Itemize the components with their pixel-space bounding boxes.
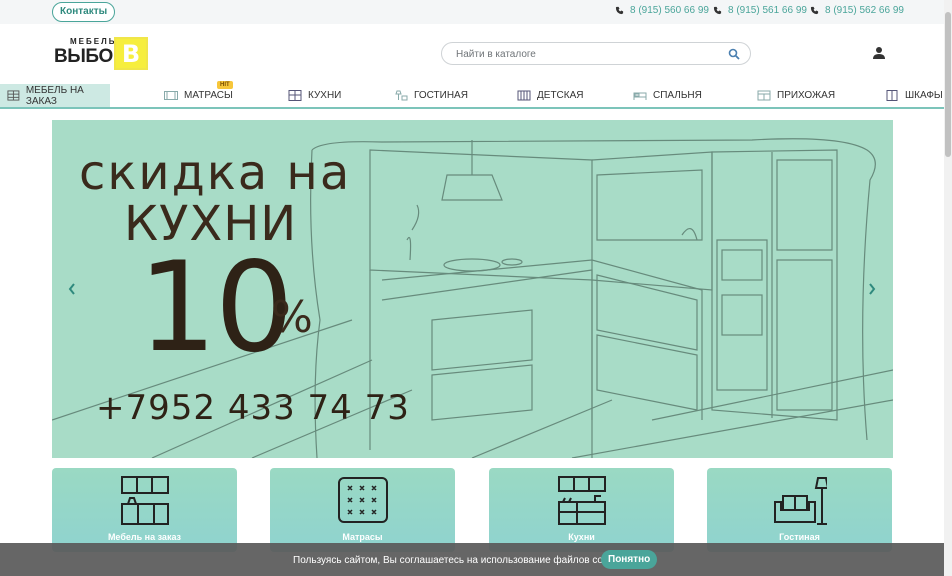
nav-label: ГОСТИНАЯ: [414, 90, 468, 101]
bed-icon: [633, 92, 647, 100]
category-tiles: Мебель на заказ Матрасы Кухни Гостиная: [52, 468, 893, 552]
main-nav: МЕБЕЛЬ НА ЗАКАЗ МАТРАСЫ HIT КУХНИ ГОСТИН…: [0, 81, 944, 109]
kitchen-icon: [288, 90, 302, 101]
nav-label: ПРИХОЖАЯ: [777, 90, 836, 101]
chevron-right-icon[interactable]: [867, 282, 877, 296]
nav-item-kids-room[interactable]: ДЕТСКАЯ: [517, 84, 584, 107]
search-input[interactable]: [456, 46, 716, 62]
nav-label: МЕБЕЛЬ НА ЗАКАЗ: [25, 84, 84, 107]
crib-icon: [517, 90, 531, 101]
banner-percent: %: [271, 292, 313, 343]
search-box: [441, 42, 751, 65]
user-icon[interactable]: [872, 46, 886, 60]
phone-number: 8 (915) 561 66 99: [728, 5, 807, 16]
kitchen-icon: [558, 476, 606, 525]
nav-label: КУХНИ: [308, 90, 342, 101]
chevron-left-icon[interactable]: [67, 282, 77, 296]
cookie-text: Пользуясь сайтом, Вы соглашаетесь на исп…: [293, 555, 625, 566]
logo-subtitle: МЕБЕЛЬ: [70, 37, 117, 46]
nav-item-kitchens[interactable]: КУХНИ: [288, 84, 341, 107]
phone-icon: [615, 6, 624, 15]
tile-living-room[interactable]: Гостиная: [707, 468, 892, 552]
lamp-icon: [395, 90, 408, 101]
hallway-icon: [757, 90, 771, 101]
nav-label: СПАЛЬНЯ: [653, 90, 702, 101]
tile-label: Кухни: [568, 532, 595, 542]
banner-headline: скидка на: [79, 145, 352, 201]
banner-discount: 10: [138, 236, 294, 380]
search-icon[interactable]: [728, 48, 740, 60]
page-scrollbar[interactable]: [944, 0, 952, 576]
furniture-icon: [121, 476, 169, 525]
tile-label: Гостиная: [779, 532, 820, 542]
phone-number: 8 (915) 562 66 99: [825, 5, 904, 16]
nav-label: ДЕТСКАЯ: [537, 90, 584, 101]
top-bar: Контакты 8 (915) 560 66 99 8 (915) 561 6…: [0, 0, 944, 24]
nav-item-living-room[interactable]: ГОСТИНАЯ: [394, 84, 468, 107]
nav-item-custom-furniture[interactable]: МЕБЕЛЬ НА ЗАКАЗ: [0, 84, 110, 107]
nav-label: МАТРАСЫ: [184, 90, 233, 101]
grid-icon: [7, 90, 20, 101]
nav-label: ШКАФЫ: [905, 90, 943, 101]
tile-kitchens[interactable]: Кухни: [489, 468, 674, 552]
wardrobe-icon: [886, 90, 898, 101]
header: МЕБЕЛЬ ВЫБОР В: [0, 24, 944, 84]
cookie-bar: Пользуясь сайтом, Вы соглашаетесь на исп…: [0, 543, 944, 576]
cookie-accept-button[interactable]: Понятно: [601, 550, 658, 569]
phone-link-1[interactable]: 8 (915) 560 66 99: [615, 5, 709, 16]
mattress-icon: [164, 91, 178, 100]
promo-banner[interactable]: скидка на КУХНИ 10 % +7952 433 74 73: [52, 120, 893, 458]
tile-label: Матрасы: [342, 532, 383, 542]
nav-item-bedroom[interactable]: СПАЛЬНЯ: [633, 84, 702, 107]
mattress-icon: [338, 477, 388, 523]
logo-letter: В: [121, 39, 141, 68]
contacts-button[interactable]: Контакты: [52, 2, 116, 22]
phone-number: 8 (915) 560 66 99: [630, 5, 709, 16]
hit-badge: HIT: [217, 81, 233, 89]
phone-link-2[interactable]: 8 (915) 561 66 99: [713, 5, 807, 16]
banner-phone: +7952 433 74 73: [96, 388, 410, 428]
tile-mattresses[interactable]: Матрасы: [270, 468, 455, 552]
nav-item-hallway[interactable]: ПРИХОЖАЯ: [757, 84, 835, 107]
nav-item-wardrobes[interactable]: ШКАФЫ: [885, 84, 943, 107]
logo[interactable]: МЕБЕЛЬ ВЫБОР В: [54, 37, 150, 71]
sofa-lamp-icon: [774, 477, 827, 525]
tile-label: Мебель на заказ: [107, 532, 182, 542]
phone-icon: [713, 6, 722, 15]
scrollbar-thumb[interactable]: [945, 12, 951, 157]
phone-link-3[interactable]: 8 (915) 562 66 99: [810, 5, 904, 16]
tile-custom-furniture[interactable]: Мебель на заказ: [52, 468, 237, 552]
phone-icon: [810, 6, 819, 15]
logo-box: В: [114, 37, 148, 70]
